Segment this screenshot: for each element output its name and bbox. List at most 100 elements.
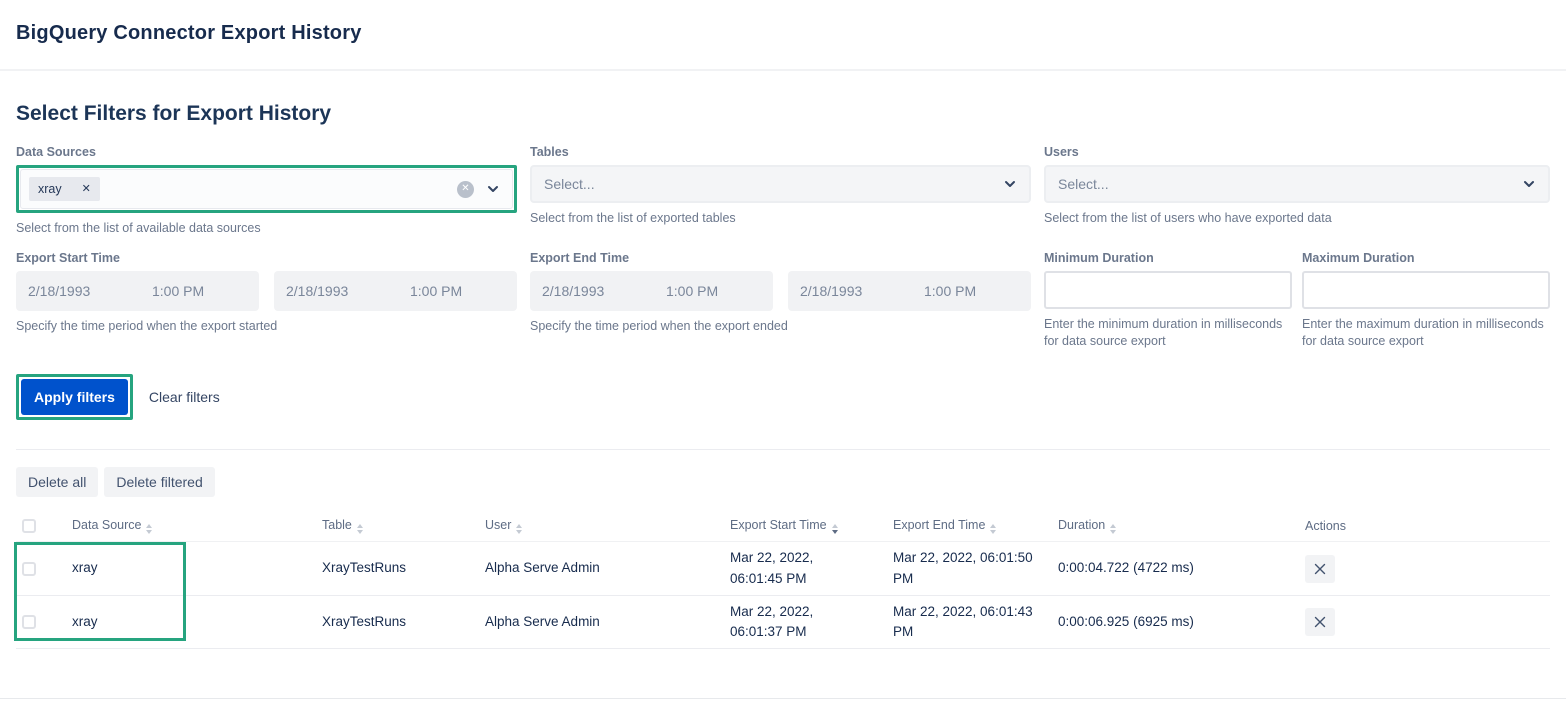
sort-icon [990, 524, 996, 534]
delete-all-button[interactable]: Delete all [16, 467, 98, 497]
sort-icon [1110, 524, 1116, 534]
annotation-highlight-apply: Apply filters [16, 374, 133, 420]
field-data-sources: Data Sources xray ✕ ✕ Select from the li… [16, 145, 517, 236]
tables-placeholder: Select... [544, 176, 1003, 192]
row-checkbox[interactable] [22, 562, 36, 576]
export-start-helper: Specify the time period when the export … [16, 318, 517, 334]
export-start-from-picker[interactable]: 2/18/1993 1:00 PM [16, 271, 259, 311]
cell-export-start: Mar 22, 2022, 06:01:37 PM [718, 595, 881, 649]
delete-row-button[interactable] [1305, 608, 1335, 636]
column-header-export-end[interactable]: Export End Time [881, 510, 1046, 542]
apply-filters-button[interactable]: Apply filters [21, 379, 128, 415]
cell-user: Alpha Serve Admin [473, 542, 718, 596]
cell-duration: 0:00:04.722 (4722 ms) [1046, 542, 1293, 596]
column-label: Export End Time [893, 518, 985, 532]
users-select[interactable]: Select... [1044, 165, 1550, 203]
close-icon [1313, 562, 1327, 576]
sort-icon [516, 524, 522, 534]
date-value: 2/18/1993 [800, 283, 924, 299]
date-value: 2/18/1993 [542, 283, 666, 299]
cell-table: XrayTestRuns [310, 595, 473, 649]
tables-helper: Select from the list of exported tables [530, 210, 1031, 226]
table-row: xray XrayTestRuns Alpha Serve Admin Mar … [16, 542, 1550, 596]
cell-export-end: Mar 22, 2022, 06:01:50 PM [881, 542, 1046, 596]
export-start-label: Export Start Time [16, 251, 517, 265]
time-value: 1:00 PM [410, 283, 462, 299]
filters-grid: Data Sources xray ✕ ✕ Select from the li… [16, 145, 1550, 349]
column-header-export-start[interactable]: Export Start Time [718, 510, 881, 542]
tables-select[interactable]: Select... [530, 165, 1031, 203]
table-header-row: Data Source Table User Export Start Time… [16, 510, 1550, 542]
column-header-user[interactable]: User [473, 510, 718, 542]
column-header-actions: Actions [1293, 510, 1550, 542]
min-duration-label: Minimum Duration [1044, 251, 1292, 265]
min-duration-input[interactable] [1044, 271, 1292, 309]
field-export-end-time: Export End Time 2/18/1993 1:00 PM 2/18/1… [530, 251, 1031, 349]
export-end-from-picker[interactable]: 2/18/1993 1:00 PM [530, 271, 773, 311]
field-min-duration: Minimum Duration Enter the minimum durat… [1044, 251, 1292, 349]
table-row: xray XrayTestRuns Alpha Serve Admin Mar … [16, 595, 1550, 649]
time-value: 1:00 PM [666, 283, 718, 299]
delete-row-button[interactable] [1305, 555, 1335, 583]
tables-label: Tables [530, 145, 1031, 159]
column-header-table[interactable]: Table [310, 510, 473, 542]
row-select-cell [16, 542, 60, 596]
select-all-cell [16, 510, 60, 542]
users-helper: Select from the list of users who have e… [1044, 210, 1550, 226]
export-end-to-picker[interactable]: 2/18/1993 1:00 PM [788, 271, 1031, 311]
users-placeholder: Select... [1058, 176, 1522, 192]
bottom-divider [0, 698, 1566, 699]
chevron-down-icon [1522, 177, 1536, 191]
time-value: 1:00 PM [152, 283, 204, 299]
date-value: 2/18/1993 [286, 283, 410, 299]
export-end-range: 2/18/1993 1:00 PM 2/18/1993 1:00 PM [530, 271, 1031, 311]
remove-tag-icon[interactable]: ✕ [82, 184, 91, 195]
column-label: Export Start Time [730, 518, 827, 532]
column-label: User [485, 518, 511, 532]
column-label: Data Source [72, 518, 141, 532]
chevron-down-icon [1003, 177, 1017, 191]
export-start-range: 2/18/1993 1:00 PM 2/18/1993 1:00 PM [16, 271, 517, 311]
export-end-helper: Specify the time period when the export … [530, 318, 1031, 334]
column-header-data-source[interactable]: Data Source [60, 510, 310, 542]
delete-filtered-button[interactable]: Delete filtered [104, 467, 214, 497]
min-duration-helper: Enter the minimum duration in millisecon… [1044, 316, 1292, 349]
sort-desc-icon [832, 524, 838, 534]
clear-select-icon[interactable]: ✕ [457, 181, 474, 198]
cell-actions [1293, 595, 1550, 649]
export-start-to-picker[interactable]: 2/18/1993 1:00 PM [274, 271, 517, 311]
max-duration-label: Maximum Duration [1302, 251, 1550, 265]
row-checkbox[interactable] [22, 615, 36, 629]
export-end-label: Export End Time [530, 251, 1031, 265]
users-label: Users [1044, 145, 1550, 159]
select-all-checkbox[interactable] [22, 519, 36, 533]
cell-export-start: Mar 22, 2022, 06:01:45 PM [718, 542, 881, 596]
cell-data-source: xray [60, 542, 310, 596]
chevron-down-icon[interactable] [486, 182, 500, 196]
column-label: Duration [1058, 518, 1105, 532]
sort-icon [357, 524, 363, 534]
field-users: Users Select... Select from the list of … [1044, 145, 1550, 236]
bulk-actions-row: Delete all Delete filtered [16, 467, 1550, 497]
cell-data-source: xray [60, 595, 310, 649]
export-history-table-wrap: Data Source Table User Export Start Time… [16, 510, 1550, 650]
data-sources-select[interactable]: xray ✕ ✕ [20, 169, 513, 209]
page-title: BigQuery Connector Export History [16, 22, 1550, 45]
field-tables: Tables Select... Select from the list of… [530, 145, 1031, 236]
page-header: BigQuery Connector Export History [0, 0, 1566, 45]
row-select-cell [16, 595, 60, 649]
column-label: Actions [1305, 519, 1346, 533]
annotation-highlight-data-sources: xray ✕ ✕ [16, 165, 517, 213]
max-duration-input[interactable] [1302, 271, 1550, 309]
cell-table: XrayTestRuns [310, 542, 473, 596]
tag-label: xray [38, 182, 62, 196]
column-header-duration[interactable]: Duration [1046, 510, 1293, 542]
export-history-table: Data Source Table User Export Start Time… [16, 510, 1550, 650]
cell-user: Alpha Serve Admin [473, 595, 718, 649]
cell-duration: 0:00:06.925 (6925 ms) [1046, 595, 1293, 649]
filters-section-heading: Select Filters for Export History [16, 102, 1550, 126]
clear-filters-button[interactable]: Clear filters [149, 389, 220, 405]
data-sources-helper: Select from the list of available data s… [16, 220, 517, 236]
cell-export-end: Mar 22, 2022, 06:01:43 PM [881, 595, 1046, 649]
section-divider [16, 449, 1550, 450]
